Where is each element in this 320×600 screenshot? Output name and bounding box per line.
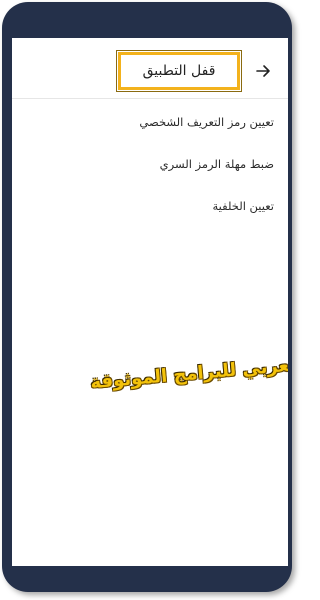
menu-item-pin-timeout[interactable]: ضبط مهلة الرمز السري [26,152,274,194]
watermark-text: العربي للبرامج الموثوقة [89,353,288,394]
arrow-right-icon [256,65,270,77]
page-title: قفل التطبيق [142,63,216,79]
back-button[interactable] [252,60,274,82]
page-title-highlight: قفل التطبيق [116,50,242,92]
settings-menu: تعيين رمز التعريف الشخصي ضبط مهلة الرمز … [26,110,274,236]
app-bar: قفل التطبيق [12,38,288,99]
menu-item-set-background[interactable]: تعيين الخلفية [26,194,274,236]
menu-item-set-pin[interactable]: تعيين رمز التعريف الشخصي [26,110,274,152]
phone-screenshot: قفل التطبيق تعيين رمز التعريف الشخصي ضبط… [0,0,300,600]
app-screen: قفل التطبيق تعيين رمز التعريف الشخصي ضبط… [12,38,288,566]
